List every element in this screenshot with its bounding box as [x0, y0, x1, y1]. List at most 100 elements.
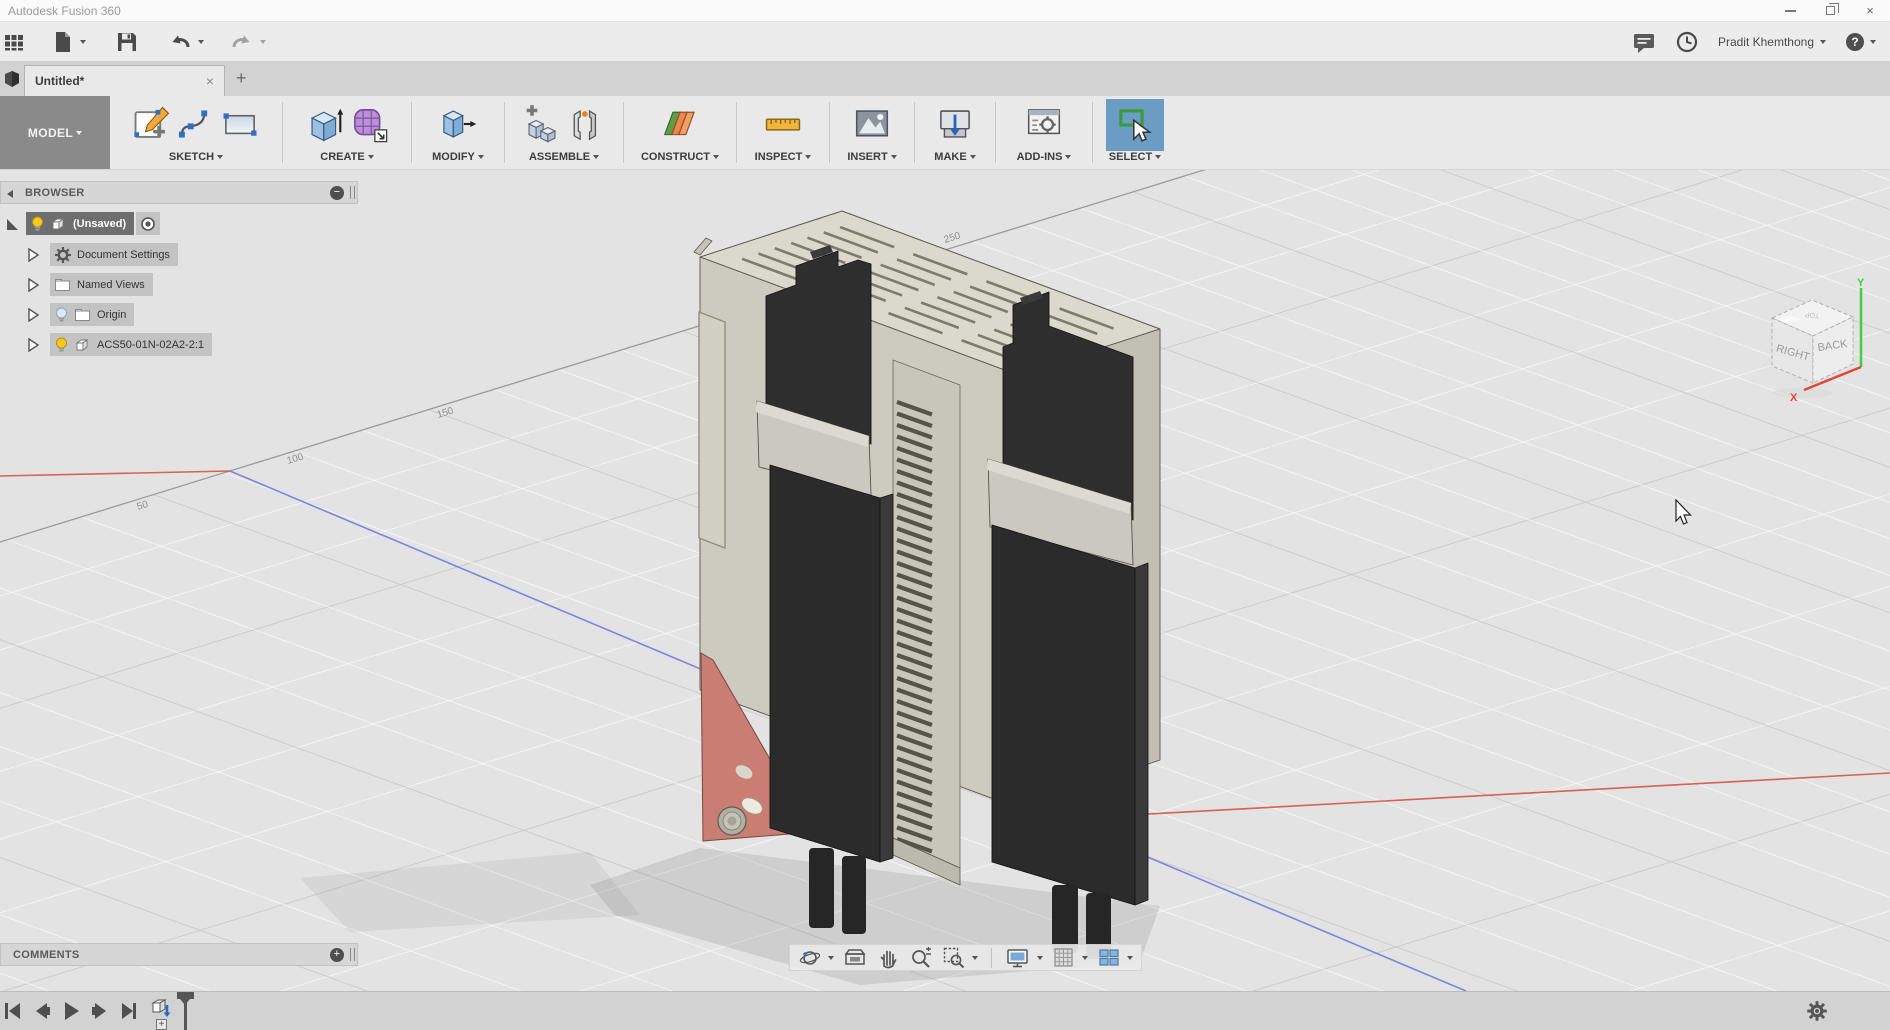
browser-row-origin[interactable]: Origin: [27, 303, 134, 326]
browser-item-chip[interactable]: Document Settings: [50, 243, 178, 266]
construct-plane-button[interactable]: [660, 104, 700, 144]
timeline-step-back-button[interactable]: [32, 1000, 52, 1022]
close-button[interactable]: ×: [1850, 0, 1890, 21]
comments-toolbar-button[interactable]: [1632, 30, 1656, 54]
sketch-rectangle-button[interactable]: [220, 104, 260, 144]
viewcube-y-label: Y: [1857, 277, 1865, 289]
file-icon: [52, 30, 74, 54]
grid-snap-button[interactable]: [1052, 946, 1088, 970]
timeline-step-forward-button[interactable]: [90, 1000, 110, 1022]
timeline-expand-icon[interactable]: +: [156, 1019, 167, 1030]
expand-open-icon[interactable]: [6, 217, 20, 231]
collapsed-arrow-icon[interactable]: [27, 278, 40, 292]
construct-plane-icon: [660, 104, 700, 144]
workspace-selector[interactable]: MODEL: [0, 96, 110, 169]
joint-button[interactable]: [566, 104, 606, 144]
inspect-caret-icon: [805, 155, 811, 159]
comments-header[interactable]: COMMENTS +: [0, 943, 358, 966]
viewports-button[interactable]: [1097, 946, 1133, 970]
timeline-marker-handle[interactable]: [177, 992, 194, 999]
browser-minimize-icon[interactable]: −: [330, 186, 344, 200]
timeline-go-start-button[interactable]: [3, 1000, 23, 1022]
ribbon-group-label-assemble[interactable]: ASSEMBLE: [529, 148, 599, 166]
undo-button[interactable]: [168, 31, 204, 53]
redo-icon: [230, 31, 254, 53]
viewport-canvas[interactable]: 50 100 150 250: [0, 170, 1890, 991]
navigation-bar: [789, 944, 1142, 971]
timeline-go-end-button[interactable]: [119, 1000, 139, 1022]
panel-collapse-icon[interactable]: [7, 190, 13, 198]
collapsed-arrow-icon[interactable]: [27, 248, 40, 262]
collapsed-arrow-icon[interactable]: [27, 308, 40, 322]
restore-button[interactable]: [1810, 0, 1850, 21]
ribbon-group-label-inspect[interactable]: INSPECT: [755, 148, 812, 166]
app-grid-button[interactable]: [4, 32, 24, 52]
create-form-button[interactable]: [349, 104, 389, 144]
browser-grip-icon[interactable]: [350, 186, 355, 199]
ribbon-group-label-sketch[interactable]: SKETCH: [169, 148, 223, 166]
timeline-feature-icon[interactable]: [150, 995, 174, 1019]
bulb-on-icon[interactable]: [30, 215, 45, 233]
select-caret-icon: [1155, 155, 1161, 159]
extrude-button[interactable]: [305, 104, 345, 144]
timeline-settings-gear-icon[interactable]: [1806, 1000, 1828, 1022]
sketch-spline-button[interactable]: [176, 104, 216, 144]
ribbon-group-inspect: INSPECT: [737, 96, 829, 169]
save-button[interactable]: [116, 31, 138, 53]
addins-button[interactable]: [1024, 104, 1064, 144]
help-menu-button[interactable]: ?: [1846, 33, 1876, 51]
job-status-button[interactable]: [1676, 31, 1698, 53]
pan-button[interactable]: [876, 946, 900, 970]
tab-close-icon[interactable]: ×: [206, 74, 214, 88]
browser-header[interactable]: BROWSER −: [0, 181, 358, 204]
create-sketch-button[interactable]: [132, 104, 172, 144]
ribbon-group-sketch: SKETCH: [110, 96, 282, 169]
browser-row-component[interactable]: ACS50-01N-02A2-2:1: [27, 333, 212, 356]
insert-canvas-button[interactable]: [852, 104, 892, 144]
tab-untitled[interactable]: Untitled* ×: [24, 65, 225, 96]
ribbon-group-label-construct[interactable]: CONSTRUCT: [641, 148, 719, 166]
viewcube[interactable]: RIGHT BACK TOP Y X: [1752, 276, 1890, 416]
browser-row-document-settings[interactable]: Document Settings: [27, 243, 178, 266]
zoom-button[interactable]: [909, 946, 933, 970]
look-at-button[interactable]: [843, 946, 867, 970]
ribbon-group-label-addins[interactable]: ADD-INS: [1017, 148, 1072, 166]
comments-grip-icon[interactable]: [350, 948, 355, 961]
radio-dot-icon[interactable]: [140, 216, 156, 232]
display-settings-button[interactable]: [1005, 946, 1043, 970]
browser-item-chip[interactable]: ACS50-01N-02A2-2:1: [50, 333, 212, 356]
user-account-button[interactable]: Pradit Khemthong: [1718, 35, 1826, 49]
new-component-button[interactable]: [522, 104, 562, 144]
zoom-window-button[interactable]: [942, 946, 978, 970]
redo-button[interactable]: [230, 31, 266, 53]
measure-button[interactable]: [763, 104, 803, 144]
browser-item-chip[interactable]: Named Views: [50, 273, 153, 296]
ribbon-group-label-create[interactable]: CREATE: [320, 148, 373, 166]
pan-hand-icon: [876, 946, 900, 970]
ribbon-group-label-insert[interactable]: INSERT: [847, 148, 896, 166]
browser-root-chip[interactable]: (Unsaved): [26, 212, 134, 235]
viewport[interactable]: 50 100 150 250: [0, 170, 1890, 991]
ribbon-group-label-modify[interactable]: MODIFY: [432, 148, 484, 166]
comments-add-icon[interactable]: +: [330, 948, 344, 962]
press-pull-button[interactable]: [438, 104, 478, 144]
browser-activate-chip[interactable]: [136, 212, 160, 235]
ribbon-group-label-make[interactable]: MAKE: [934, 148, 975, 166]
bulb-on-icon[interactable]: [54, 336, 69, 354]
make-button[interactable]: [935, 104, 975, 144]
new-tab-button[interactable]: +: [236, 68, 247, 89]
browser-row-root[interactable]: (Unsaved): [6, 212, 160, 235]
minimize-button[interactable]: [1770, 0, 1810, 21]
document-cube-icon: [3, 70, 21, 88]
timeline-play-button[interactable]: [61, 1000, 81, 1022]
comments-title: COMMENTS: [1, 949, 330, 961]
browser-item-chip[interactable]: Origin: [50, 303, 134, 326]
select-button[interactable]: [1106, 99, 1164, 151]
file-menu-button[interactable]: [52, 30, 86, 54]
ribbon-group-label-select[interactable]: SELECT: [1109, 148, 1161, 166]
orbit-button[interactable]: [798, 946, 834, 970]
browser-row-named-views[interactable]: Named Views: [27, 273, 153, 296]
browser-item-label: Named Views: [77, 279, 145, 291]
collapsed-arrow-icon[interactable]: [27, 338, 40, 352]
bulb-off-icon[interactable]: [54, 306, 69, 324]
